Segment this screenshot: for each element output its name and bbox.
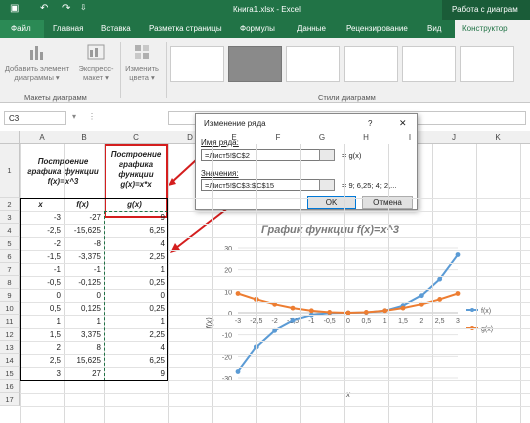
cell-fx: 0 — [96, 291, 101, 300]
grid-vline — [212, 144, 213, 423]
cell-fx: -3,375 — [78, 252, 101, 261]
column-header-h[interactable]: H — [344, 133, 388, 142]
grid-vline — [168, 144, 169, 423]
range-picker-icon[interactable] — [319, 179, 335, 191]
column-header-k[interactable]: K — [476, 133, 520, 142]
cell-fx: 15,625 — [76, 356, 101, 365]
grid-vline — [300, 144, 301, 423]
grid-hline — [20, 393, 530, 394]
cell-fx: -8 — [93, 239, 101, 248]
cell-fx: -1 — [93, 265, 101, 274]
cell-x: 1 — [56, 317, 61, 326]
series-values-label: Значения: — [201, 169, 239, 178]
arrow-to-header — [171, 159, 197, 183]
grid-vline — [520, 144, 521, 423]
cell-fx: 27 — [92, 369, 101, 378]
row-header-12[interactable]: 12 — [0, 328, 20, 341]
series-name-input[interactable]: =Лист5!$C$2 — [201, 149, 322, 161]
row-header-11[interactable]: 11 — [0, 315, 20, 328]
column-header-g[interactable]: G — [300, 133, 344, 142]
row-header-2[interactable]: 2 — [0, 198, 20, 211]
grid-vline — [344, 144, 345, 423]
cell-x: -2,5 — [47, 226, 61, 235]
cell-x: 0,5 — [49, 304, 61, 313]
column-header-b[interactable]: B — [64, 133, 104, 142]
cell-fx: 8 — [96, 343, 101, 352]
row-header-6[interactable]: 6 — [0, 250, 20, 263]
column-header-e[interactable]: E — [212, 133, 256, 142]
cell-x: -0,5 — [47, 278, 61, 287]
grid-vline — [388, 144, 389, 423]
cell-fx: -0,125 — [78, 278, 101, 287]
close-icon[interactable]: ✕ — [399, 118, 407, 129]
row-header-9[interactable]: 9 — [0, 289, 20, 302]
row-header-14[interactable]: 14 — [0, 354, 20, 367]
grid-hline — [20, 380, 530, 381]
arrowhead-values — [170, 243, 180, 253]
help-button[interactable]: ? — [368, 119, 372, 128]
cell-x: -2 — [53, 239, 61, 248]
col-header-gx: g(x) — [127, 200, 142, 209]
row-header-13[interactable]: 13 — [0, 341, 20, 354]
column-header-f[interactable]: F — [256, 133, 300, 142]
cell-x: 2 — [56, 343, 61, 352]
column-header-j[interactable]: J — [432, 133, 476, 142]
row-header-4[interactable]: 4 — [0, 224, 20, 237]
column-header-i[interactable]: I — [388, 133, 432, 142]
dialog-title: Изменение ряда — [204, 119, 266, 128]
grid-hline — [20, 406, 530, 407]
row-header-10[interactable]: 10 — [0, 302, 20, 315]
range-picker-icon[interactable] — [319, 149, 335, 161]
cell-x: 3 — [56, 369, 61, 378]
row-header-3[interactable]: 3 — [0, 211, 20, 224]
grid-vline — [432, 144, 433, 423]
cell-fx: -27 — [89, 213, 101, 222]
cell-fx: 1 — [96, 317, 101, 326]
cell-fx: -15,625 — [73, 226, 101, 235]
cell-x: -3 — [53, 213, 61, 222]
col-header-fx: f(x) — [76, 200, 89, 209]
row-header-17[interactable]: 17 — [0, 393, 20, 406]
row-header-16[interactable]: 16 — [0, 380, 20, 393]
edit-series-dialog: Изменение ряда ? ✕ Имя ряда: =Лист5!$C$2… — [195, 113, 418, 210]
series-values-input[interactable]: =Лист5!$C$3:$C$15 — [201, 179, 322, 191]
row-header-15[interactable]: 15 — [0, 367, 20, 380]
cell-x: -1,5 — [47, 252, 61, 261]
row-header-8[interactable]: 8 — [0, 276, 20, 289]
cell-x: 2,5 — [49, 356, 61, 365]
row-header-1[interactable]: 1 — [0, 144, 20, 198]
column-header-a[interactable]: A — [20, 133, 64, 142]
cell-x: 0 — [56, 291, 61, 300]
grid-vline — [476, 144, 477, 423]
col-header-x: x — [38, 200, 43, 209]
cell-fx: 0,125 — [80, 304, 101, 313]
selection-range-c — [104, 211, 168, 381]
row-header-5[interactable]: 5 — [0, 237, 20, 250]
cell-x: 1,5 — [49, 330, 61, 339]
column-header-c[interactable]: C — [104, 133, 168, 142]
row-header-7[interactable]: 7 — [0, 263, 20, 276]
grid-vline — [256, 144, 257, 423]
cell-x: -1 — [53, 265, 61, 274]
column-header-d[interactable]: D — [168, 133, 212, 142]
cell-fx: 3,375 — [80, 330, 101, 339]
column-header-l[interactable]: L — [520, 133, 530, 142]
